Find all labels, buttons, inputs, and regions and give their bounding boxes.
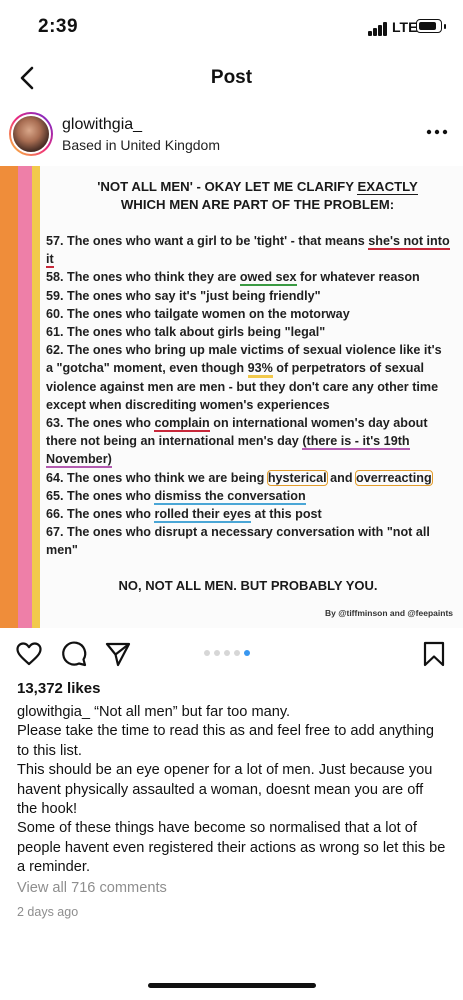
list-item: 67. The ones who disrupt a necessary con… (46, 525, 430, 558)
caption-text: Please take the time to read this as and… (17, 723, 434, 759)
post-image[interactable]: 'NOT ALL MEN' - OKAY LET ME CLARIFY EXAC… (0, 166, 463, 628)
page-title: Post (210, 67, 253, 88)
post-timestamp: 2 days ago (17, 905, 79, 919)
signal-icon (368, 22, 390, 36)
network-label: LTE (392, 19, 418, 35)
caption-text: “Not all men” but far too many. (94, 704, 291, 720)
list-item: 63. The ones who complain on internation… (46, 416, 428, 469)
battery-icon (416, 19, 446, 33)
list-item: 58. The ones who think they are owed sex… (46, 270, 420, 287)
status-time: 2:39 (38, 16, 79, 37)
image-closing-line: NO, NOT ALL MEN. BUT PROBABLY YOU. (118, 578, 378, 593)
post-header: glowithgia_ Based in United Kingdom (0, 108, 463, 160)
carousel-dot (234, 650, 240, 656)
comment-icon[interactable] (60, 640, 88, 668)
bookmark-icon[interactable] (420, 640, 448, 668)
list-item: 62. The ones who bring up male victims o… (46, 343, 442, 412)
list-item: 65. The ones who dismiss the conversatio… (46, 488, 306, 505)
post-username[interactable]: glowithgia_ (62, 116, 142, 134)
post-caption: glowithgia_ “Not all men” but far too ma… (17, 703, 447, 878)
view-comments-link[interactable]: View all 716 comments (17, 880, 167, 896)
caption-text: This should be an eye opener for a lot o… (17, 762, 433, 818)
caption-text: Some of these things have become so norm… (17, 820, 446, 876)
status-bar: 2:39 LTE (0, 0, 463, 56)
post-location[interactable]: Based in United Kingdom (62, 137, 220, 153)
carousel-dot (244, 650, 250, 656)
list-item: 57. The ones who want a girl to be 'tigh… (46, 234, 450, 269)
heart-icon[interactable] (15, 640, 43, 668)
image-credit: By @tiffminson and @feepaints (324, 608, 453, 618)
list-item: 66. The ones who rolled their eyes at th… (46, 507, 322, 524)
caption-username[interactable]: glowithgia_ (17, 704, 90, 720)
carousel-dot (224, 650, 230, 656)
decorative-stripe-pink (18, 166, 32, 628)
avatar[interactable] (9, 112, 53, 156)
likes-count[interactable]: 13,372 likes (17, 680, 100, 697)
post-actions (0, 636, 463, 672)
home-indicator[interactable] (148, 983, 316, 988)
list-item: 61. The ones who talk about girls being … (46, 325, 326, 340)
image-heading: 'NOT ALL MEN' - OKAY LET ME CLARIFY EXAC… (97, 179, 418, 212)
ellipsis-icon[interactable] (426, 126, 448, 138)
carousel-indicator (204, 650, 264, 658)
decorative-stripe-yellow (32, 166, 40, 628)
list-item: 60. The ones who tailgate women on the m… (46, 306, 350, 321)
carousel-dot (204, 650, 210, 656)
battery-level (418, 21, 436, 30)
list-item: 64. The ones who think we are being hyst… (46, 469, 433, 486)
list-item: 59. The ones who say it's "just being fr… (46, 288, 321, 303)
carousel-dot (214, 650, 220, 656)
nav-bar: Post (0, 56, 463, 100)
image-list: 57. The ones who want a girl to be 'tigh… (46, 232, 450, 560)
decorative-stripe-orange (0, 166, 18, 628)
share-icon[interactable] (104, 640, 132, 668)
